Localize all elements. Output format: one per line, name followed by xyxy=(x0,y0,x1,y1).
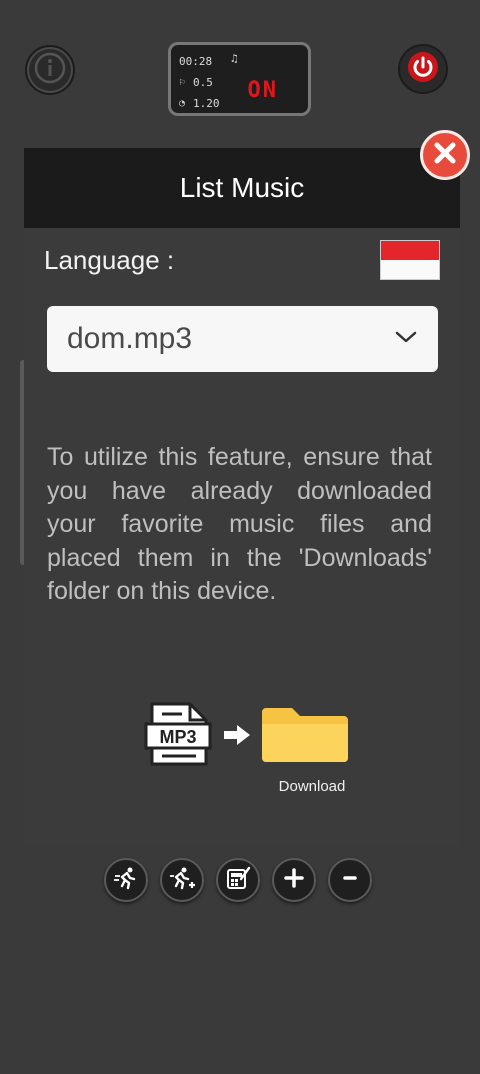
chevron-down-icon xyxy=(394,330,418,349)
calculator-edit-icon xyxy=(225,865,251,896)
program-edit-button[interactable] xyxy=(216,858,260,902)
speed-value: 0.5 xyxy=(193,76,213,89)
mp3-label: MP3 xyxy=(159,727,196,747)
power-icon xyxy=(406,50,440,89)
bottom-toolbar xyxy=(104,858,372,902)
mp3-file-icon: MP3 xyxy=(144,702,212,766)
increase-button[interactable] xyxy=(272,858,316,902)
music-file-select[interactable]: dom.mp3 xyxy=(47,306,438,372)
decrease-button[interactable] xyxy=(328,858,372,902)
add-runner-button[interactable] xyxy=(160,858,204,902)
selected-file: dom.mp3 xyxy=(67,322,193,355)
on-indicator: ON xyxy=(247,78,278,103)
indonesia-flag-icon[interactable] xyxy=(380,240,440,280)
minus-icon xyxy=(339,867,361,894)
info-icon xyxy=(33,51,67,90)
speed-row: ⚐ 0.5 xyxy=(179,72,300,93)
incline-row: ◔ 1.20 xyxy=(179,93,300,114)
feature-description: To utilize this feature, ensure that you… xyxy=(47,443,432,605)
plus-icon xyxy=(283,867,305,894)
music-note-icon: ♫ xyxy=(231,52,238,65)
arrow-right-icon xyxy=(224,725,250,745)
time-row: 00:28 xyxy=(179,51,300,72)
gauge-icon: ◔ xyxy=(179,98,186,109)
incline-value: 1.20 xyxy=(193,97,220,110)
download-folder-label: Download xyxy=(278,778,346,795)
power-button[interactable] xyxy=(398,44,448,94)
runner-button[interactable] xyxy=(104,858,148,902)
runner-small-icon: ⚐ xyxy=(179,77,186,88)
runner-add-icon xyxy=(169,865,195,896)
info-button[interactable] xyxy=(25,45,75,95)
time-value: 00:28 xyxy=(179,55,213,68)
language-row: Language : xyxy=(44,240,440,280)
status-display: 00:28 ♫ ⚐ 0.5 ◔ 1.20 ON xyxy=(168,42,311,116)
dialog-header: List Music xyxy=(24,148,460,228)
close-button[interactable] xyxy=(420,130,470,180)
list-music-dialog: List Music Language : dom.mp3 To utilize… xyxy=(24,148,460,845)
folder-icon xyxy=(262,708,348,762)
runner-icon xyxy=(113,865,139,896)
language-label: Language : xyxy=(44,244,175,275)
close-icon xyxy=(432,140,458,171)
dialog-title: List Music xyxy=(179,172,305,203)
